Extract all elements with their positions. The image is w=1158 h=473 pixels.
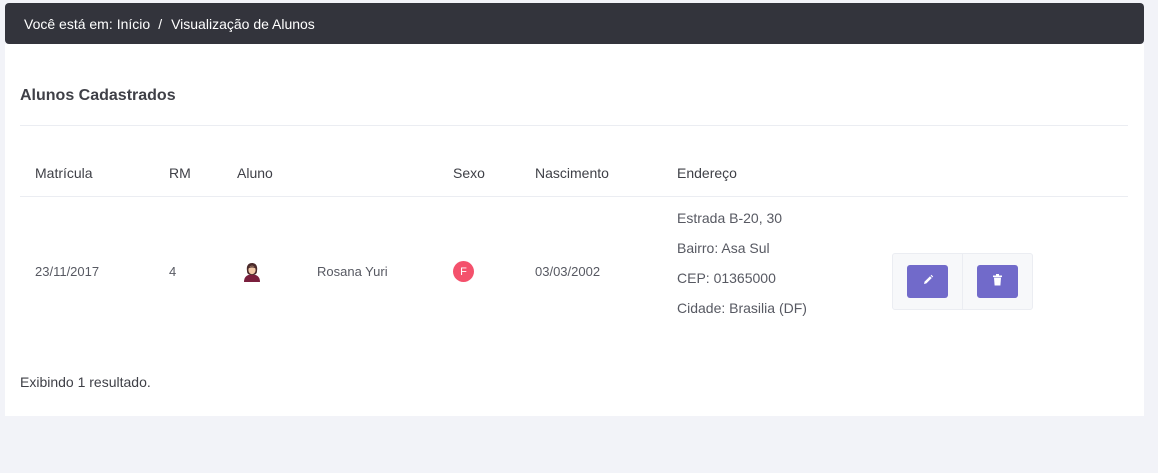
cell-nascimento: 03/03/2002 [535,264,601,279]
page-title: Alunos Cadastrados [20,87,176,104]
address-city: Cidade: Brasilia (DF) [677,300,807,316]
header-divider [20,196,1128,197]
title-divider [20,125,1128,126]
trash-icon [992,274,1003,289]
column-header-endereco: Endereço [677,165,737,181]
column-header-matricula: Matrícula [35,165,93,181]
address-neighborhood: Bairro: Asa Sul [677,240,770,256]
row-actions [892,253,1033,310]
breadcrumb-current: Visualização de Alunos [171,15,315,32]
address-cep: CEP: 01365000 [677,270,776,286]
delete-button[interactable] [977,265,1018,298]
female-user-icon [241,261,263,283]
cell-matricula: 23/11/2017 [35,264,100,279]
column-header-nascimento: Nascimento [535,165,609,181]
breadcrumb-prefix: Você está em: [24,15,113,32]
actions-divider [962,254,963,309]
breadcrumb-home-link[interactable]: Início [117,16,150,32]
sex-badge: F [453,261,474,282]
scrollbar-track[interactable] [1153,0,1158,473]
cell-rm: 4 [169,264,177,279]
students-card: Alunos Cadastrados Matrícula RM Aluno Se… [5,44,1144,416]
cell-aluno: Rosana Yuri [317,264,388,279]
breadcrumb-separator: / [158,15,163,32]
breadcrumb: Você está em: Início / Visualização de A… [5,3,1144,44]
column-header-rm: RM [169,165,191,181]
edit-button[interactable] [907,265,948,298]
column-header-aluno: Aluno [237,165,273,181]
column-header-sexo: Sexo [453,165,485,181]
address-street: Estrada B-20, 30 [677,210,783,226]
pencil-icon [922,274,934,289]
results-count: Exibindo 1 resultado. [20,374,151,390]
